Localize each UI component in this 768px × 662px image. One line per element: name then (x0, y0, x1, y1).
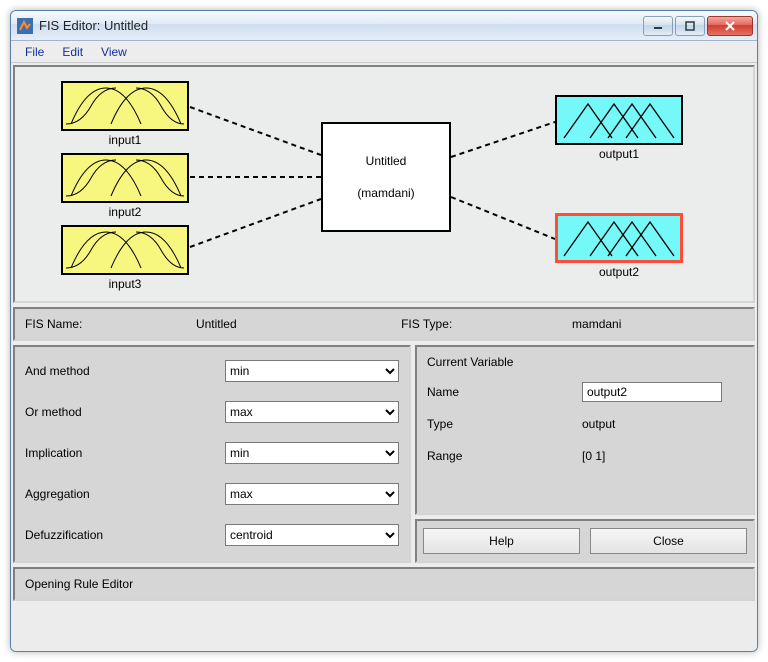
rule-name: Untitled (366, 154, 407, 168)
and-method-label: And method (25, 364, 225, 378)
fis-name-label: FIS Name: (25, 317, 196, 331)
close-button[interactable]: Close (590, 528, 747, 554)
aggregation-label: Aggregation (25, 487, 225, 501)
menu-view[interactable]: View (93, 43, 135, 61)
menu-bar: File Edit View (11, 41, 757, 63)
curvar-type-label: Type (427, 417, 582, 431)
help-button[interactable]: Help (423, 528, 580, 554)
curvar-type-value: output (582, 417, 743, 431)
fis-name-value: Untitled (196, 317, 367, 331)
titlebar: FIS Editor: Untitled (11, 11, 757, 41)
output1-label: output1 (555, 147, 683, 161)
window-title: FIS Editor: Untitled (39, 18, 643, 33)
output-block-1[interactable]: output1 (555, 95, 683, 161)
rule-type: (mamdani) (357, 186, 414, 200)
defuzzification-label: Defuzzification (25, 528, 225, 542)
input-block-2[interactable]: input2 (61, 153, 189, 219)
and-method-select[interactable]: min (225, 360, 399, 382)
input3-label: input3 (61, 277, 189, 291)
menu-edit[interactable]: Edit (54, 43, 91, 61)
info-panel: FIS Name: Untitled FIS Type: mamdani (13, 307, 755, 341)
input-block-3[interactable]: input3 (61, 225, 189, 291)
app-window: FIS Editor: Untitled File Edit View (10, 10, 758, 652)
fis-type-label: FIS Type: (401, 317, 572, 331)
output2-label: output2 (555, 265, 683, 279)
buttons-panel: Help Close (415, 519, 755, 563)
input-block-1[interactable]: input1 (61, 81, 189, 147)
app-icon (17, 18, 33, 34)
fis-type-value: mamdani (572, 317, 743, 331)
minimize-button[interactable] (643, 16, 673, 36)
client-area: input1 input2 (11, 63, 757, 651)
middle-row: And method min Or method max Implication… (13, 345, 755, 563)
input2-label: input2 (61, 205, 189, 219)
implication-select[interactable]: min (225, 442, 399, 464)
status-panel: Opening Rule Editor (13, 567, 755, 601)
current-variable-heading: Current Variable (427, 355, 743, 369)
aggregation-select[interactable]: max (225, 483, 399, 505)
rule-box[interactable]: Untitled (mamdani) (321, 122, 451, 232)
input1-label: input1 (61, 133, 189, 147)
output-block-2[interactable]: output2 (555, 213, 683, 279)
curvar-name-field[interactable] (582, 382, 722, 402)
curvar-name-label: Name (427, 385, 582, 399)
curvar-range-label: Range (427, 449, 582, 463)
curvar-range-value: [0 1] (582, 449, 743, 463)
defuzzification-select[interactable]: centroid (225, 524, 399, 546)
menu-file[interactable]: File (17, 43, 52, 61)
window-controls (643, 16, 753, 36)
status-text: Opening Rule Editor (25, 577, 133, 591)
close-window-button[interactable] (707, 16, 753, 36)
methods-panel: And method min Or method max Implication… (13, 345, 411, 563)
or-method-select[interactable]: max (225, 401, 399, 423)
implication-label: Implication (25, 446, 225, 460)
right-column: Current Variable Name Type output Range … (415, 345, 755, 563)
or-method-label: Or method (25, 405, 225, 419)
current-variable-panel: Current Variable Name Type output Range … (415, 345, 755, 515)
maximize-button[interactable] (675, 16, 705, 36)
canvas-panel: input1 input2 (13, 65, 755, 303)
